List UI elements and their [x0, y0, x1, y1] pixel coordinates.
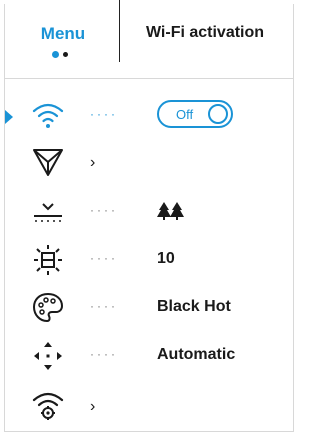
dotted-leader: ···· — [90, 203, 118, 217]
triangle-filter-icon — [30, 144, 66, 180]
brightness-value: 10 — [157, 250, 175, 267]
dotted-leader: ···· — [90, 347, 118, 361]
menu-item-calibration[interactable]: ···· Automatic — [0, 336, 300, 376]
header: Menu Wi-Fi activation — [0, 0, 300, 70]
dotted-leader: ···· — [90, 107, 118, 121]
trees-icon — [157, 200, 185, 227]
chevron-right-icon: › — [90, 154, 96, 171]
palette-icon — [30, 290, 66, 326]
page-dot-active — [52, 51, 59, 58]
toggle-knob — [208, 104, 228, 124]
dotted-leader: ···· — [90, 299, 118, 313]
toggle-state-label: Off — [176, 107, 194, 122]
menu-title[interactable]: Menu — [32, 24, 94, 44]
menu-item-color-palette[interactable]: ···· Black Hot — [0, 288, 300, 328]
chevron-right-icon: › — [90, 398, 96, 415]
menu-item-scene[interactable]: ···· — [0, 192, 300, 232]
dotted-leader: ···· — [90, 251, 118, 265]
page-dot — [63, 52, 68, 57]
wifi-toggle[interactable]: Off — [157, 100, 233, 128]
menu-item-wifi-activation[interactable]: ···· Off — [0, 96, 300, 136]
wifi-settings-icon — [30, 388, 66, 424]
wifi-icon — [30, 98, 66, 134]
calibration-value: Automatic — [157, 346, 236, 363]
menu-item-wifi-settings[interactable]: › — [0, 386, 300, 426]
calibration-icon — [30, 338, 66, 374]
header-separator — [4, 78, 294, 79]
menu-item-brightness[interactable]: ···· 10 — [0, 240, 300, 280]
current-item-title: Wi-Fi activation — [145, 24, 265, 41]
horizon-icon — [30, 194, 66, 230]
palette-value: Black Hot — [157, 298, 231, 315]
menu-item-filter[interactable]: › — [0, 142, 300, 182]
brightness-icon — [30, 242, 66, 278]
